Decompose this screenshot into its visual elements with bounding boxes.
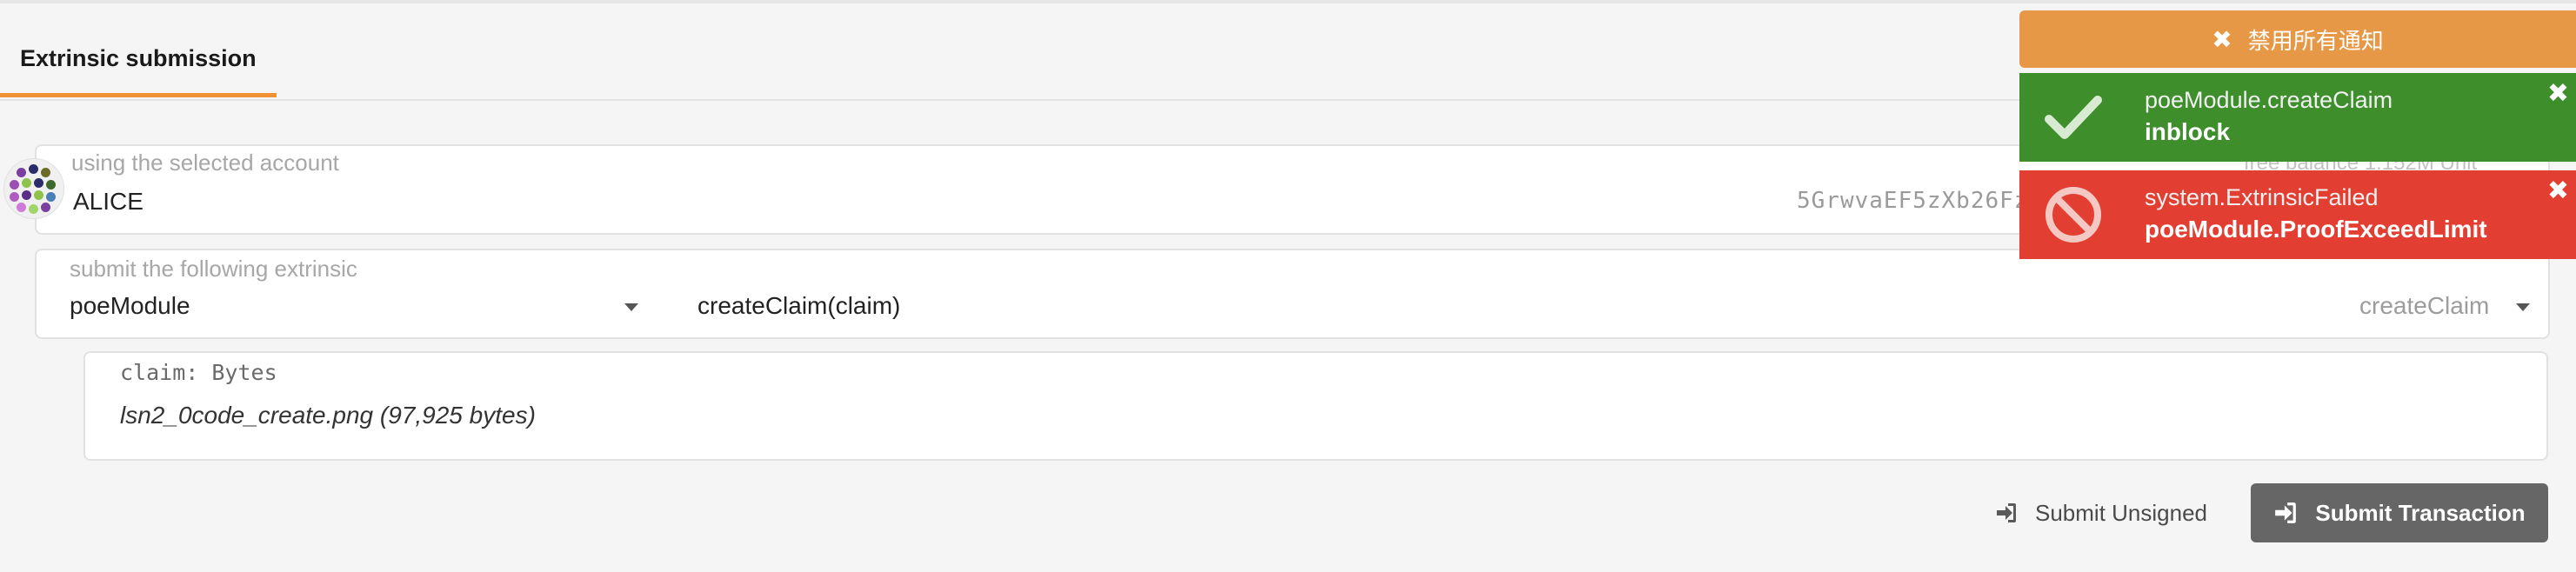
disable-all-label: 禁用所有通知 [2247,27,2384,54]
notification-title: system.ExtrinsicFailed [2145,184,2379,210]
close-notification-icon[interactable]: ✖ [2547,176,2569,206]
tab-label: Extrinsic submission [20,45,257,71]
sign-in-icon [1997,503,2016,522]
close-icon: ✖ [2212,25,2232,53]
notification-title: poeModule.createClaim [2145,87,2393,113]
notification-error: system.ExtrinsicFailed poeModule.ProofEx… [2019,170,2576,259]
module-dropdown[interactable]: poeModule [70,292,190,320]
account-field-label: using the selected account [71,150,339,176]
call-dropdown[interactable]: createClaim(claim) [697,292,900,320]
close-notification-icon[interactable]: ✖ [2547,78,2569,109]
param-label: claim: Bytes [120,360,277,385]
account-name: ALICE [73,188,143,215]
call-chevron-down-icon[interactable] [2516,303,2530,311]
extrinsic-selector [35,249,2550,339]
sign-in-icon [2275,502,2297,523]
notification-detail: inblock [2145,118,2231,145]
tab-extrinsic-submission[interactable]: Extrinsic submission [0,3,277,97]
method-name: createClaim [2359,292,2490,319]
submit-unsigned-button[interactable]: Submit Unsigned [1995,492,2207,534]
submit-unsigned-label: Submit Unsigned [2035,499,2207,526]
extrinsic-field-label: submit the following extrinsic [70,256,357,282]
submit-transaction-label: Submit Transaction [2315,499,2526,526]
notification-detail: poeModule.ProofExceedLimit [2145,216,2487,243]
disable-all-notifications-button[interactable]: ✖ 禁用所有通知 [2019,10,2576,68]
module-chevron-down-icon[interactable] [624,303,638,311]
check-icon [2045,96,2102,139]
file-input-value[interactable]: lsn2_0code_create.png (97,925 bytes) [120,402,536,429]
prohibited-icon [2045,187,2101,243]
identicon-avatar [3,158,64,219]
submit-transaction-button[interactable]: Submit Transaction [2251,483,2548,542]
notification-success: poeModule.createClaim inblock ✖ [2019,73,2576,162]
